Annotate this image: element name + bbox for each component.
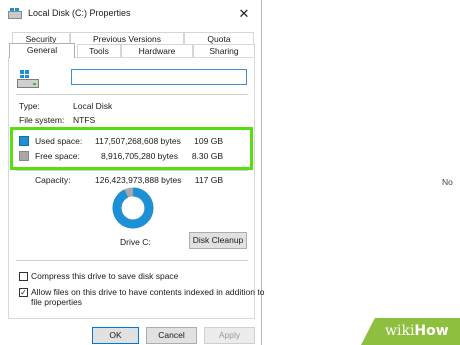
drive-name-input[interactable] (71, 69, 247, 85)
local-disk-icon (17, 70, 39, 88)
highlight-box (10, 127, 253, 170)
wikihow-watermark: wikiHow (361, 318, 460, 345)
index-label-line2: file properties (31, 297, 83, 307)
tab-general[interactable]: General (9, 43, 75, 58)
disk-usage-donut (112, 187, 154, 229)
type-label: Type: (19, 101, 40, 111)
type-value: Local Disk (73, 101, 113, 111)
apply-button[interactable]: Apply (204, 327, 255, 344)
tab-tools[interactable]: Tools (77, 44, 121, 57)
watermark-wiki: wiki (385, 323, 415, 339)
ok-button[interactable]: OK (92, 327, 139, 344)
capacity-label: Capacity: (35, 175, 71, 185)
watermark-text: wikiHow (385, 323, 449, 339)
divider (16, 260, 248, 261)
drive-icon (8, 8, 22, 19)
capacity-bytes: 126,423,973,888 bytes (95, 175, 182, 185)
tab-sharing[interactable]: Sharing (193, 44, 255, 57)
title-bar: Local Disk (C:) Properties ✕ (0, 0, 262, 28)
watermark-how: How (414, 323, 449, 339)
index-checkbox[interactable]: ✓ (19, 288, 28, 297)
compress-checkbox[interactable] (19, 272, 28, 281)
window-title: Local Disk (C:) Properties (28, 8, 131, 18)
capacity-gb: 117 GB (194, 175, 223, 185)
close-icon[interactable]: ✕ (236, 6, 252, 22)
divider (16, 94, 248, 95)
cancel-button[interactable]: Cancel (146, 327, 197, 344)
file-system-label: File system: (19, 115, 65, 125)
file-system-value: NTFS (73, 115, 96, 125)
tab-hardware[interactable]: Hardware (121, 44, 193, 57)
properties-window: Local Disk (C:) Properties ✕ Security Pr… (0, 0, 265, 345)
divider (16, 170, 248, 171)
compress-label: Compress this drive to save disk space (31, 271, 179, 281)
donut-used-segment (112, 187, 154, 229)
index-label-line1: Allow files on this drive to have conten… (31, 287, 265, 297)
background-window-text: No (442, 177, 453, 187)
disk-cleanup-button[interactable]: Disk Cleanup (189, 232, 247, 249)
drive-label: Drive C: (120, 237, 151, 247)
